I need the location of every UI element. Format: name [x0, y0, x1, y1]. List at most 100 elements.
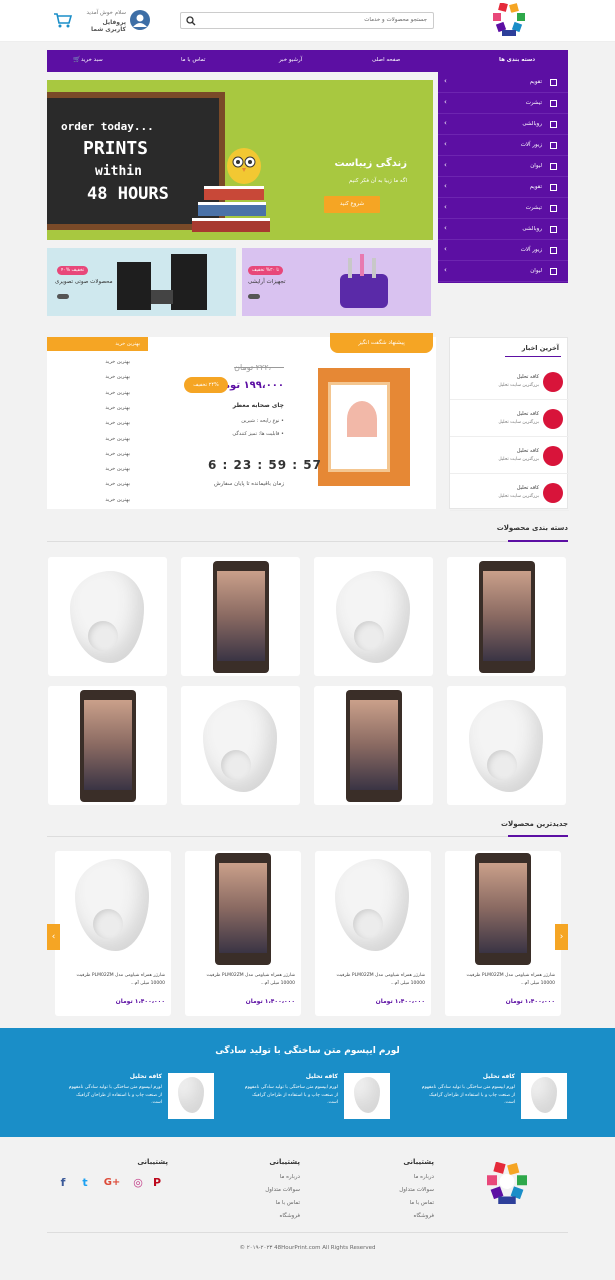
features-title: لورم ایپسوم متن ساختگی با تولید سادگی [215, 1046, 400, 1056]
chevron-left-icon: ‹ [444, 266, 447, 274]
pinterest-icon[interactable]: P [150, 1176, 164, 1190]
news-item[interactable]: کافه تحلیل بزرگترین سایت تحلیل [450, 475, 569, 511]
old-price: ۲۲۲،۰۰۰ تومان [234, 363, 284, 372]
banner-subtitle: اگه ما زیبا به آن فکر کنیم [348, 178, 407, 184]
hero-banner[interactable]: order today... PRINTS within 48 HOURS زن… [47, 80, 433, 240]
category-item[interactable]: تقویم ‹ [438, 72, 568, 93]
banner-start-button[interactable]: شروع کنید [324, 196, 380, 213]
category-item[interactable]: روبالشی ‹ [438, 114, 568, 135]
nav-contact[interactable]: تماس با ما [181, 57, 205, 63]
header: جستجو محصولات و خدمات سلام خوش آمدید پرو… [0, 0, 615, 42]
product-card[interactable] [181, 686, 300, 805]
footer-link[interactable]: سوالات متداول [265, 1187, 300, 1193]
offer-product-name[interactable]: چای صحابه معطر [233, 402, 284, 409]
category-icon [550, 163, 557, 170]
search-icon[interactable] [186, 16, 196, 26]
best-buy-item[interactable]: بهترین خرید [105, 481, 130, 487]
news-item-title: کافه تحلیل [516, 374, 539, 380]
category-item[interactable]: لیوان ‹ [438, 261, 568, 282]
category-item[interactable]: زیور آلات ‹ [438, 240, 568, 261]
best-buy-item[interactable]: بهترین خرید [105, 405, 130, 411]
best-buy-item[interactable]: بهترین خرید [105, 374, 130, 380]
news-item[interactable]: کافه تحلیل بزرگترین سایت تحلیل [450, 364, 569, 400]
product-card[interactable] [48, 686, 167, 805]
special-offer-tag: پیشنهاد شگفت انگیز [330, 333, 433, 353]
product-price: ۱،۴۰۰،۰۰۰ تومان [375, 998, 425, 1005]
twitter-icon[interactable]: t [78, 1176, 92, 1190]
footer-link[interactable]: تماس با ما [410, 1200, 434, 1206]
feature-item[interactable]: کافه تحلیل لورم ایپسوم متن ساختگی با تولی… [62, 1073, 214, 1119]
chevron-left-icon: ‹ [444, 77, 447, 85]
promo-audio[interactable]: ۴۰% تخفیف محصولات صوتی تصویری [47, 248, 236, 316]
feature-image [344, 1073, 390, 1119]
carousel-prev-button[interactable]: ‹ [47, 924, 60, 950]
best-buy-item[interactable]: بهترین خرید [105, 497, 130, 503]
product-card[interactable] [314, 557, 433, 676]
footer-link[interactable]: سوالات متداول [399, 1187, 434, 1193]
newest-product-card[interactable]: شارژر همراه شیاومی مدل PLM02ZM ظرفیت 100… [315, 851, 431, 1016]
footer-link[interactable]: فروشگاه [279, 1213, 300, 1219]
product-name: شارژر همراه شیاومی مدل PLM02ZM ظرفیت 100… [466, 973, 555, 986]
category-item[interactable]: لیوان ‹ [438, 156, 568, 177]
instagram-icon[interactable]: ◎ [131, 1176, 145, 1190]
product-card[interactable] [314, 686, 433, 805]
news-item[interactable]: کافه تحلیل بزرگترین سایت تحلیل [450, 401, 569, 437]
product-card[interactable] [447, 686, 566, 805]
category-item[interactable]: زیور آلات ‹ [438, 135, 568, 156]
best-buy-item[interactable]: بهترین خرید [105, 436, 130, 442]
chevron-left-icon: ‹ [444, 182, 447, 190]
category-label: روبالشی [522, 226, 542, 232]
footer-link[interactable]: درباره ما [280, 1174, 300, 1180]
search-input[interactable]: جستجو محصولات و خدمات [180, 12, 434, 29]
product-name: شارژر همراه شیاومی مدل PLM02ZM ظرفیت 100… [76, 973, 165, 986]
product-card[interactable] [181, 557, 300, 676]
category-item[interactable]: تقویم ‹ [438, 177, 568, 198]
latest-news: آخرین اخبار کافه تحلیل بزرگترین سایت تحلی… [449, 337, 569, 511]
category-item[interactable]: تیشرت ‹ [438, 93, 568, 114]
category-item[interactable]: تیشرت ‹ [438, 198, 568, 219]
news-item[interactable]: کافه تحلیل بزرگترین سایت تحلیل [450, 438, 569, 474]
avatar-icon[interactable] [130, 10, 150, 30]
best-buy-item[interactable]: بهترین خرید [105, 451, 130, 457]
cart-icon[interactable] [54, 12, 73, 28]
newest-product-card[interactable]: شارژر همراه شیاومی مدل PLM02ZM ظرفیت 100… [55, 851, 171, 1016]
feature-item[interactable]: کافه تحلیل لورم ایپسوم متن ساختگی با تولی… [415, 1073, 567, 1119]
nav-cart[interactable]: سبد خرید [81, 57, 103, 63]
product-price: ۱،۴۰۰،۰۰۰ تومان [115, 998, 165, 1005]
chevron-left-icon: ‹ [444, 245, 447, 253]
news-item-title: کافه تحلیل [516, 411, 539, 417]
nav-archive[interactable]: آرشیو خبر [279, 57, 302, 63]
footer-link[interactable]: درباره ما [414, 1174, 434, 1180]
footer-link[interactable]: تماس با ما [276, 1200, 300, 1206]
best-buy-item[interactable]: بهترین خرید [105, 466, 130, 472]
nav-home[interactable]: صفحه اصلی [372, 57, 400, 63]
category-icon [550, 205, 557, 212]
product-box-image[interactable] [318, 368, 410, 486]
promo-cosmetics[interactable]: تا ۳۰% تخفیف تجهیزات آرایشی [242, 248, 431, 316]
newest-product-card[interactable]: شارژر همراه شیاومی مدل PLM02ZM ظرفیت 100… [185, 851, 301, 1016]
category-label: زیور آلات [520, 247, 542, 253]
footer-title-1: پشتیبانی [403, 1158, 434, 1166]
feature-text: لورم ایپسوم متن ساختگی با تولید سادگی نا… [244, 1085, 338, 1105]
nav-categories[interactable]: دسته بندی ها [499, 57, 535, 63]
google-plus-icon[interactable]: G+ [102, 1176, 122, 1190]
category-item[interactable]: روبالشی ‹ [438, 219, 568, 240]
product-card[interactable] [48, 557, 167, 676]
news-item-subtitle: بزرگترین سایت تحلیل [498, 457, 539, 462]
product-card[interactable] [447, 557, 566, 676]
promo-cosmetics-badge: تا ۳۰% تخفیف [248, 266, 284, 275]
facebook-icon[interactable]: f [56, 1176, 70, 1190]
category-label: تیشرت [525, 205, 542, 211]
feature-item[interactable]: کافه تحلیل لورم ایپسوم متن ساختگی با تولی… [238, 1073, 390, 1119]
footer-link[interactable]: فروشگاه [413, 1213, 434, 1219]
best-buy-item[interactable]: بهترین خرید [105, 390, 130, 396]
discount-badge: ۲۴% تخفیف [184, 377, 228, 393]
site-logo[interactable] [493, 2, 525, 37]
best-buy-item[interactable]: بهترین خرید [105, 420, 130, 426]
carousel-next-button[interactable]: › [555, 924, 568, 950]
best-buy-item[interactable]: بهترین خرید [105, 359, 130, 365]
chevron-left-icon: ‹ [444, 98, 447, 106]
footer-title-2: پشتیبانی [269, 1158, 300, 1166]
news-item-subtitle: بزرگترین سایت تحلیل [498, 420, 539, 425]
newest-product-card[interactable]: شارژر همراه شیاومی مدل PLM02ZM ظرفیت 100… [445, 851, 561, 1016]
